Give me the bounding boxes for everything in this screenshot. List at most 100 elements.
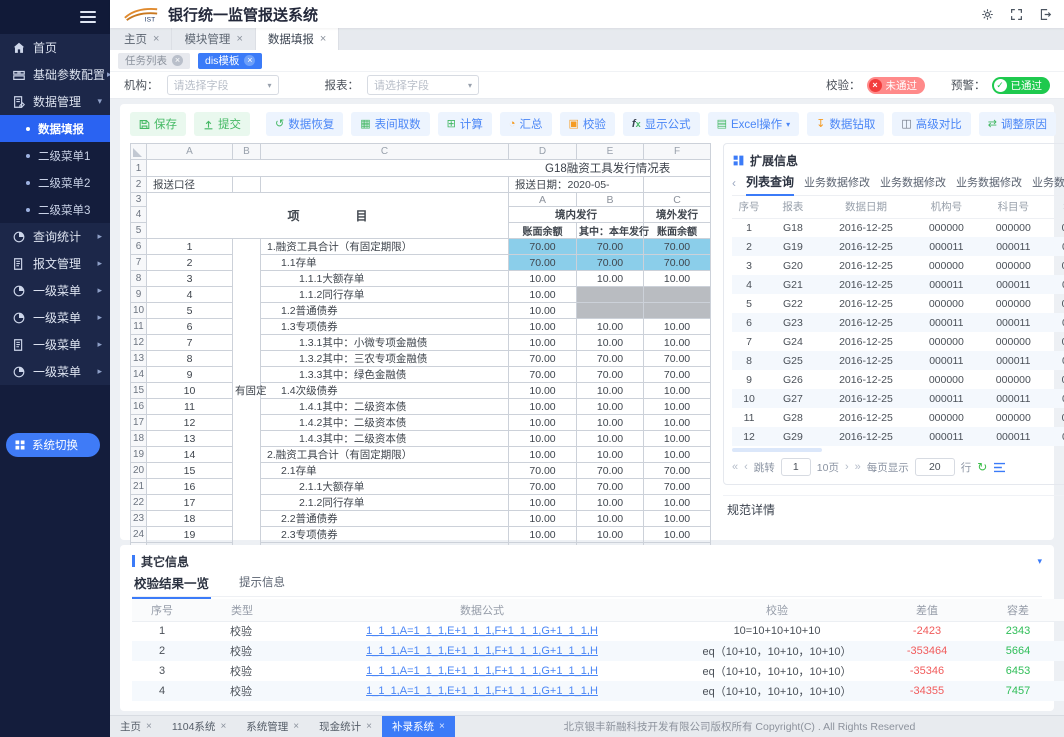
row-number[interactable]: 4 bbox=[131, 207, 147, 223]
sidebar-item-message[interactable]: 报文管理 ▸ bbox=[0, 250, 110, 277]
tab-biz-data-edit-2[interactable]: 业务数据修改 bbox=[880, 170, 946, 196]
collapse-icon[interactable]: ▾ bbox=[1037, 556, 1042, 567]
sheet-row[interactable]: 831.1.1大额存单10.0010.0010.00 bbox=[131, 271, 711, 287]
col-letter[interactable]: A bbox=[147, 144, 233, 160]
footer-tab-supplement[interactable]: 补录系统× bbox=[382, 716, 455, 737]
sidebar-item-data[interactable]: 数据管理 ▾ bbox=[0, 88, 110, 115]
spreadsheet[interactable]: A B C D E F 1 G18融资工具发行情况表 2 bbox=[130, 143, 711, 575]
ext-table-row[interactable]: 12G292016-12-25000011000011000011 bbox=[732, 427, 1064, 446]
ext-horizontal-scrollbar[interactable] bbox=[732, 448, 1064, 452]
balance-header[interactable]: 账面余额 bbox=[509, 223, 577, 239]
close-icon[interactable]: × bbox=[439, 721, 445, 732]
sub-col-letter[interactable]: C bbox=[644, 193, 711, 207]
sheet-row[interactable]: 22172.1.2同行存单10.0010.0010.00 bbox=[131, 495, 711, 511]
ext-table-row[interactable]: 4G212016-12-25000011000011000011 bbox=[732, 275, 1064, 294]
footer-tab-system-mgmt[interactable]: 系统管理× bbox=[236, 716, 309, 737]
tab-biz-data-edit-3[interactable]: 业务数据修改 bbox=[956, 170, 1022, 196]
ext-table-row[interactable]: 9G262016-12-25000000000000000000 bbox=[732, 370, 1064, 389]
org-select[interactable]: 请选择字段 ▾ bbox=[167, 75, 279, 95]
settings-icon[interactable] bbox=[981, 8, 994, 21]
sheet-row[interactable]: 1491.3.3其中：绿色金融债70.0070.0070.00 bbox=[131, 367, 711, 383]
sub-col-letter[interactable]: A bbox=[509, 193, 577, 207]
cell-formula[interactable]: 1_1_1,A=1_1_1,E+1_1_1,F+1_1_1,G+1_1_1,H bbox=[292, 681, 672, 701]
sidebar-item-level1-c[interactable]: 一级菜单 ▸ bbox=[0, 331, 110, 358]
sidebar-subitem-menu2[interactable]: 二级菜单2 bbox=[0, 169, 110, 196]
cell-formula[interactable]: 1_1_1,A=1_1_1,E+1_1_1,F+1_1_1,G+1_1_1,H bbox=[292, 621, 672, 641]
tab-list-query[interactable]: 列表查询 bbox=[746, 169, 794, 196]
close-icon[interactable]: × bbox=[320, 33, 326, 45]
item-header-cell[interactable]: 项目 bbox=[147, 193, 509, 239]
sheet-row[interactable]: 721.1存单70.0070.0070.00 bbox=[131, 255, 711, 271]
calculate-button[interactable]: ⊞ 计算 bbox=[438, 112, 492, 136]
row-number[interactable]: 3 bbox=[131, 193, 147, 207]
refresh-icon[interactable]: ↻ bbox=[977, 460, 987, 474]
validation-row[interactable]: 2校验1_1_1,A=1_1_1,E+1_1_1,F+1_1_1,G+1_1_1… bbox=[132, 641, 1064, 661]
system-switch-button[interactable]: 系统切换 bbox=[6, 433, 100, 457]
tab-biz-data-edit-4[interactable]: 业务数据修改 bbox=[1032, 170, 1064, 196]
report-date-cell[interactable]: 报送日期：2020-05- bbox=[509, 177, 644, 193]
spec-detail-bar[interactable]: 规范详情 ▾ bbox=[723, 495, 1064, 523]
extended-info-table[interactable]: 序号 报表 数据日期 机构号 科目号 科目号 1G182016-12-25000… bbox=[732, 196, 1064, 446]
domestic-issue-header[interactable]: 境内发行 bbox=[509, 207, 644, 223]
menu-collapse-icon[interactable] bbox=[80, 8, 96, 26]
balance-header[interactable]: 账面余额 bbox=[644, 223, 711, 239]
empty-cell[interactable] bbox=[261, 177, 509, 193]
sheet-corner[interactable] bbox=[131, 144, 147, 160]
cell-formula[interactable]: 1_1_1,A=1_1_1,E+1_1_1,F+1_1_1,G+1_1_1,H bbox=[292, 641, 672, 661]
col-letter[interactable]: B bbox=[233, 144, 261, 160]
first-page-button[interactable]: « bbox=[732, 461, 738, 473]
sheet-row[interactable]: 1271.3.1其中：小微专项金融债10.0010.0010.00 bbox=[131, 335, 711, 351]
tab-validation-results[interactable]: 校验结果一览 bbox=[132, 569, 211, 599]
close-icon[interactable]: × bbox=[146, 721, 152, 732]
col-letter[interactable]: C bbox=[261, 144, 509, 160]
sheet-row[interactable]: 19142.融资工具合计（有固定期限）10.0010.0010.00 bbox=[131, 447, 711, 463]
sidebar-subitem-fill[interactable]: 数据填报 bbox=[0, 115, 110, 142]
ext-table-row[interactable]: 11G282016-12-25000000000000000000 bbox=[732, 408, 1064, 427]
chip-task-list[interactable]: 任务列表× bbox=[118, 53, 190, 69]
ext-table-row[interactable]: 5G222016-12-25000000000000000000 bbox=[732, 294, 1064, 313]
save-button[interactable]: 保存 bbox=[130, 112, 186, 136]
ext-table-row[interactable]: 10G272016-12-25000011000011000011 bbox=[732, 389, 1064, 408]
validate-button[interactable]: ▣ 校验 bbox=[560, 112, 615, 136]
chip-dis-template[interactable]: dis模板× bbox=[198, 53, 262, 69]
cell-formula[interactable]: 1_1_1,A=1_1_1,E+1_1_1,F+1_1_1,G+1_1_1,H bbox=[292, 661, 672, 681]
close-icon[interactable]: × bbox=[244, 55, 255, 66]
sidebar-subitem-menu1[interactable]: 二级菜单1 bbox=[0, 142, 110, 169]
sidebar-item-home[interactable]: 首页 bbox=[0, 34, 110, 61]
sidebar-subitem-menu3[interactable]: 二级菜单3 bbox=[0, 196, 110, 223]
sub-col-letter[interactable]: B bbox=[577, 193, 644, 207]
validation-row[interactable]: 4校验1_1_1,A=1_1_1,E+1_1_1,F+1_1_1,G+1_1_1… bbox=[132, 681, 1064, 701]
close-icon[interactable]: × bbox=[366, 721, 372, 732]
validation-row[interactable]: 1校验1_1_1,A=1_1_1,E+1_1_1,F+1_1_1,G+1_1_1… bbox=[132, 621, 1064, 641]
sidebar-item-query[interactable]: 查询统计 ▸ bbox=[0, 223, 110, 250]
validation-row[interactable]: 3校验1_1_1,A=1_1_1,E+1_1_1,F+1_1_1,G+1_1_1… bbox=[132, 661, 1064, 681]
report-select[interactable]: 请选择字段 ▾ bbox=[367, 75, 479, 95]
next-page-button[interactable]: › bbox=[845, 461, 849, 473]
overseas-issue-header[interactable]: 境外发行 bbox=[644, 207, 711, 223]
close-icon[interactable]: × bbox=[236, 33, 242, 45]
report-title-cell[interactable]: G18融资工具发行情况表 bbox=[147, 160, 711, 177]
empty-cell[interactable] bbox=[233, 177, 261, 193]
close-icon[interactable]: × bbox=[293, 721, 299, 732]
tab-biz-data-edit-1[interactable]: 业务数据修改 bbox=[804, 170, 870, 196]
scrollbar-thumb[interactable] bbox=[732, 448, 822, 452]
ext-table-row[interactable]: 1G182016-12-25000000000000000000 bbox=[732, 218, 1064, 237]
sheet-row[interactable]: 21162.1.1大额存单70.0070.0070.00 bbox=[131, 479, 711, 495]
validation-table[interactable]: 序号 类型 数据公式 校验 差值 容差 1校验1_1_1,A=1_1_1,E+1… bbox=[132, 599, 1064, 701]
tab-home[interactable]: 主页× bbox=[112, 28, 172, 50]
data-restore-button[interactable]: ↺ 数据恢复 bbox=[266, 112, 343, 136]
sheet-row[interactable]: 611.融资工具合计（有固定期限）70.0070.0070.00 bbox=[131, 239, 711, 255]
adjust-reason-button[interactable]: ⇄ 调整原因 bbox=[979, 112, 1056, 136]
row-number[interactable]: 1 bbox=[131, 160, 147, 177]
summary-button[interactable]: ◔ 汇总 bbox=[500, 112, 552, 136]
report-scope-cell[interactable]: 报送口径 bbox=[147, 177, 233, 193]
page-number-input[interactable] bbox=[781, 458, 811, 476]
col-letter[interactable]: D bbox=[509, 144, 577, 160]
submit-button[interactable]: 提交 bbox=[194, 112, 250, 136]
tab-tip-info[interactable]: 提示信息 bbox=[237, 570, 287, 597]
sidebar-item-level1-b[interactable]: 一级菜单 ▸ bbox=[0, 304, 110, 331]
footer-tab-1104[interactable]: 1104系统× bbox=[162, 716, 236, 737]
empty-cell[interactable] bbox=[644, 177, 711, 193]
ext-table-row[interactable]: 3G202016-12-25000000000000000000 bbox=[732, 256, 1064, 275]
sheet-row[interactable]: 1510有固定1.4次级债券10.0010.0010.00 bbox=[131, 383, 711, 399]
